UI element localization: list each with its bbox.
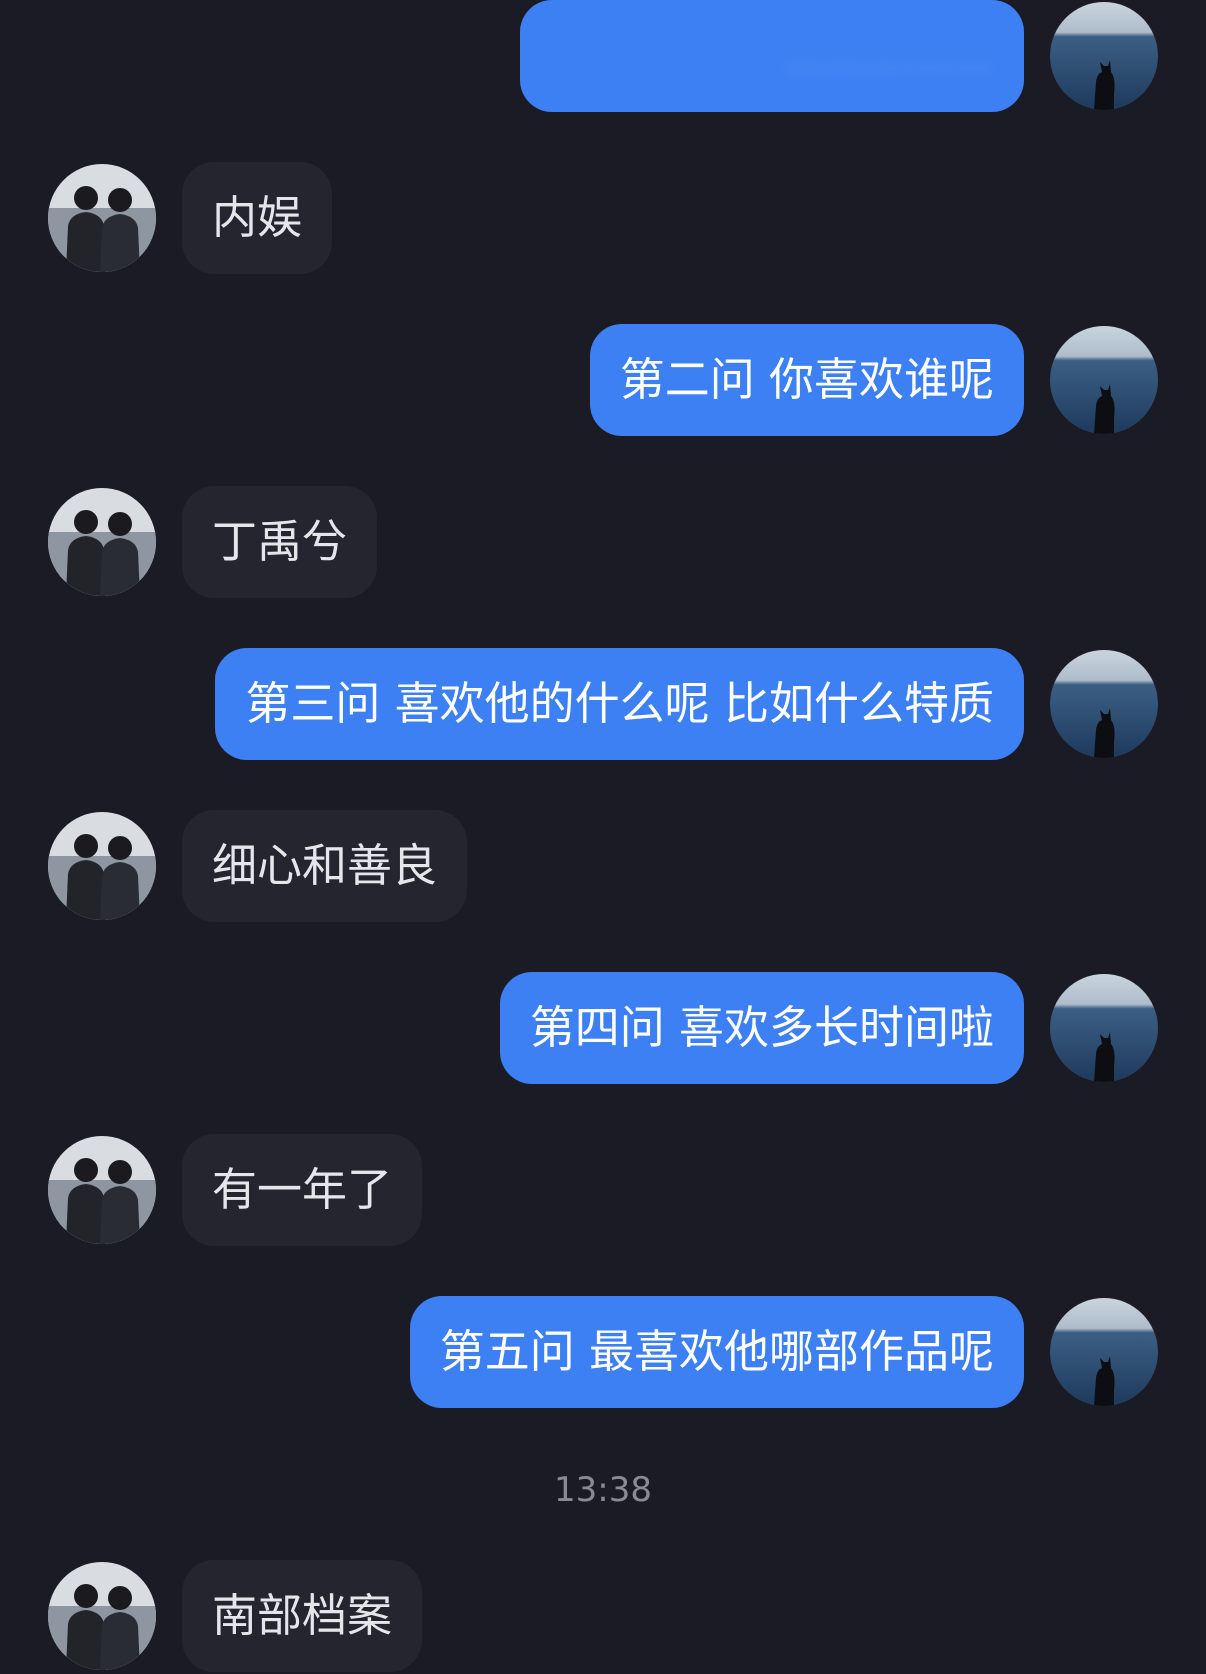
sea-cat-avatar[interactable] [1050, 1298, 1158, 1406]
blurred-message-text: …………… [784, 35, 994, 81]
two-people-avatar-image [48, 1136, 156, 1244]
message-bubble-peer[interactable]: 南部档案 [182, 1560, 423, 1672]
message-bubble-self[interactable]: 第二问 你喜欢谁呢 [589, 324, 1024, 436]
message-text: 第三问 喜欢他的什么呢 比如什么特质 [245, 677, 994, 730]
message-text: 内娱 [212, 191, 303, 244]
two-people-avatar-image [48, 812, 156, 920]
two-people-avatar[interactable] [48, 488, 156, 596]
two-people-avatar-image [48, 164, 156, 272]
sea-cat-avatar[interactable] [1050, 650, 1158, 758]
sea-cat-avatar-image [1050, 650, 1158, 758]
two-people-avatar[interactable] [48, 812, 156, 920]
message-bubble-self[interactable]: 第四问 喜欢多长时间啦 [499, 972, 1024, 1084]
message-bubble-peer[interactable]: 丁禹兮 [182, 486, 378, 598]
chat-window: …………… 内娱 第二问 你喜欢谁呢 丁禹兮 第三问 喜欢他的什么呢 比如什么特… [0, 0, 1206, 1674]
two-people-avatar-image [48, 488, 156, 596]
message-text: 有一年了 [212, 1163, 393, 1216]
sea-cat-avatar-image [1050, 326, 1158, 434]
sea-cat-avatar-image [1050, 974, 1158, 1082]
message-text: 第二问 你喜欢谁呢 [619, 353, 994, 406]
two-people-avatar[interactable] [48, 1136, 156, 1244]
sea-cat-avatar[interactable] [1050, 2, 1158, 110]
sea-cat-avatar-image [1050, 2, 1158, 110]
timestamp-divider: 13:38 [554, 1470, 652, 1510]
two-people-avatar[interactable] [48, 164, 156, 272]
message-text: 细心和善良 [212, 839, 438, 892]
message-bubble-peer[interactable]: 内娱 [182, 162, 333, 274]
message-text: 南部档案 [212, 1589, 393, 1642]
message-bubble-self[interactable]: 第五问 最喜欢他哪部作品呢 [409, 1296, 1024, 1408]
sea-cat-avatar[interactable] [1050, 326, 1158, 434]
two-people-avatar-image [48, 1562, 156, 1670]
two-people-avatar[interactable] [48, 1562, 156, 1670]
message-text: 第五问 最喜欢他哪部作品呢 [439, 1325, 994, 1378]
message-bubble-self[interactable]: 第三问 喜欢他的什么呢 比如什么特质 [215, 648, 1024, 760]
message-text: 丁禹兮 [212, 515, 348, 568]
message-text: 第四问 喜欢多长时间啦 [529, 1001, 994, 1054]
sea-cat-avatar[interactable] [1050, 974, 1158, 1082]
message-bubble-peer[interactable]: 细心和善良 [182, 810, 468, 922]
sea-cat-avatar-image [1050, 1298, 1158, 1406]
message-bubble-peer[interactable]: 有一年了 [182, 1134, 423, 1246]
message-bubble-self[interactable]: …………… [520, 0, 1024, 112]
